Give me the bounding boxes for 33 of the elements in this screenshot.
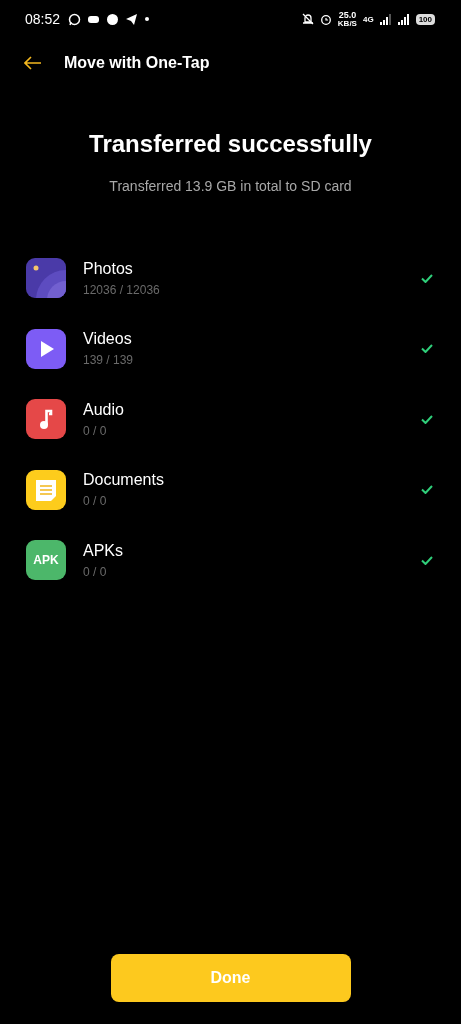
battery-indicator: 100 <box>415 13 435 25</box>
category-name: Audio <box>83 400 125 419</box>
send-icon <box>125 12 139 26</box>
category-count: 139 / 139 <box>83 353 135 368</box>
category-name: APKs <box>83 541 124 560</box>
category-name: Videos <box>83 330 133 349</box>
alarm-icon <box>319 13 332 25</box>
apk-icon: APK <box>26 540 66 581</box>
clock: 08:52 <box>25 11 61 27</box>
photos-icon <box>26 258 66 299</box>
back-button[interactable] <box>22 54 44 72</box>
screen-title: Move with One-Tap <box>64 54 210 72</box>
result-heading: Transferred successfully <box>88 130 373 158</box>
signal-icon <box>379 13 392 25</box>
category-name: Photos <box>83 259 134 278</box>
music-note-icon <box>26 399 66 440</box>
play-icon <box>26 328 66 369</box>
category-count: 0 / 0 <box>83 564 108 579</box>
back-arrow-icon <box>24 56 42 70</box>
signal-icon <box>397 13 410 25</box>
result-summary: Transferred 13.9 GB in total to SD card <box>108 178 353 194</box>
speed-unit: KB/S <box>337 19 357 28</box>
category-count: 12036 / 12036 <box>83 282 161 297</box>
speed-value: 25.0 <box>338 10 357 20</box>
category-count: 0 / 0 <box>83 494 108 509</box>
bell-off-icon <box>301 13 314 25</box>
network-label: 4G <box>362 14 374 24</box>
chat-icon <box>68 12 82 26</box>
category-count: 0 / 0 <box>83 423 108 438</box>
done-button[interactable]: Done <box>110 954 351 1002</box>
document-icon <box>26 469 66 510</box>
category-name: Documents <box>83 471 165 490</box>
dot-icon <box>144 16 151 22</box>
